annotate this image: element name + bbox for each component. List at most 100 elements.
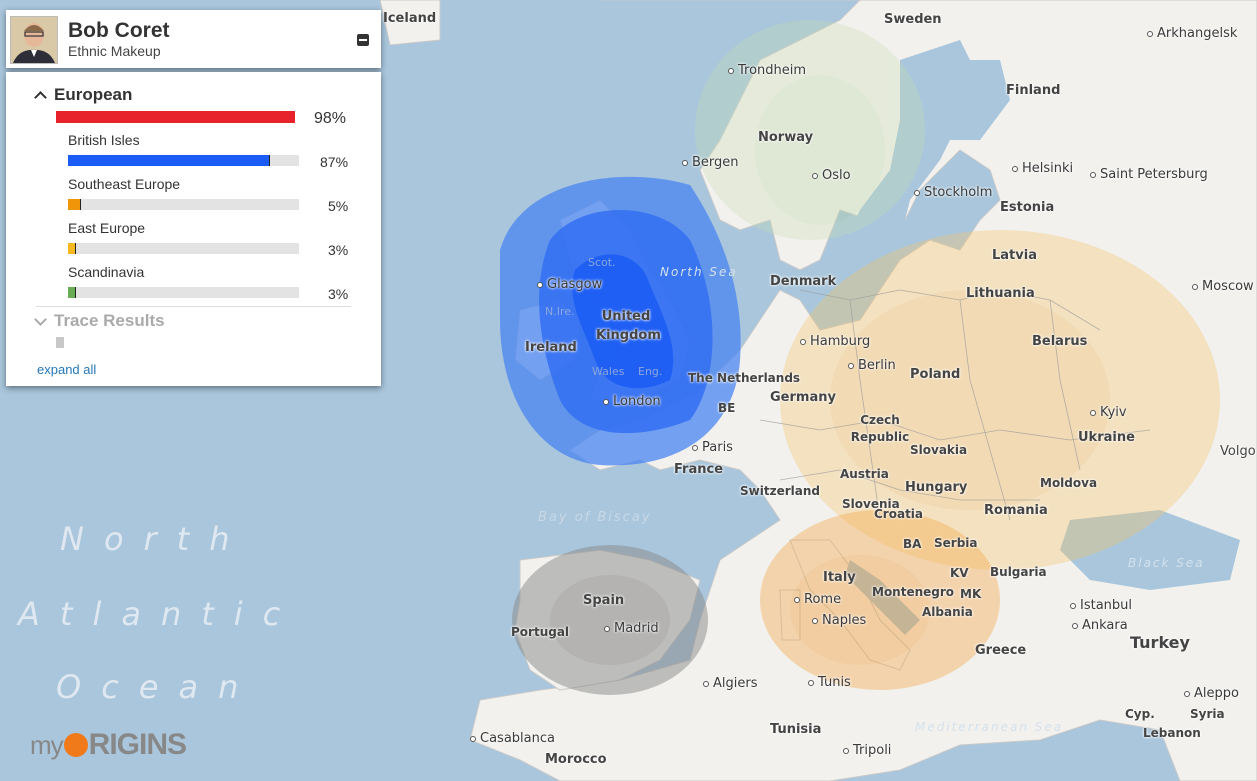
avatar-image <box>11 17 57 63</box>
collapse-icon[interactable] <box>357 34 369 46</box>
map-label-spain: Spain <box>583 593 625 608</box>
map-label-wales: Wales <box>592 365 625 378</box>
map-label-portugal: Portugal <box>511 625 570 639</box>
region-bar-track <box>68 155 299 166</box>
trace-label: Trace Results <box>54 311 165 330</box>
map-label-ocean-north: North <box>60 520 250 558</box>
group-european[interactable]: European <box>34 85 133 105</box>
region-bar-track <box>68 243 299 254</box>
map-label-lithuania: Lithuania <box>966 286 1035 301</box>
map-label-france: France <box>674 462 724 477</box>
map-label-bay-of-biscay: Bay of Biscay <box>538 510 652 525</box>
map-label-moldova: Moldova <box>1040 476 1098 490</box>
profile-header: Bob Coret Ethnic Makeup <box>6 10 381 68</box>
map-label-mediterranean-sea: Mediterranean Sea <box>915 720 1064 734</box>
map-label-the-netherlands: The Netherlands <box>688 371 801 385</box>
map-label-belarus: Belarus <box>1032 334 1088 349</box>
map-label-madrid: Madrid <box>604 621 659 636</box>
trace-bar <box>56 337 64 348</box>
map-label-istanbul: Istanbul <box>1070 598 1132 613</box>
map-label-poland: Poland <box>910 367 961 382</box>
map-label-ocean-ocean: Ocean <box>56 668 259 706</box>
profile-name: Bob Coret <box>68 19 170 42</box>
map-label-ireland: Ireland <box>525 340 577 355</box>
map-label-iceland: Iceland <box>383 11 437 26</box>
map-label-hungary: Hungary <box>905 480 968 495</box>
map-label-paris: Paris <box>692 440 733 455</box>
map-label-austria: Austria <box>840 467 889 481</box>
map-label-london: London <box>603 394 661 409</box>
map-label-mk: MK <box>960 587 982 601</box>
region-percent: 5% <box>328 198 349 214</box>
map-label-morocco: Morocco <box>545 752 607 767</box>
logo-my: my <box>30 730 64 760</box>
map-label-ankara: Ankara <box>1072 618 1128 633</box>
region-label[interactable]: Southeast Europe <box>68 176 180 192</box>
map-label-croatia: Croatia <box>874 507 924 521</box>
region-label[interactable]: British Isles <box>68 132 140 148</box>
region-label[interactable]: Scandinavia <box>68 264 144 280</box>
map-label-latvia: Latvia <box>992 248 1037 263</box>
region-percent: 3% <box>328 242 349 258</box>
map-label-helsinki: Helsinki <box>1012 161 1073 176</box>
map-label-italy: Italy <box>823 570 856 585</box>
map-label-lebanon: Lebanon <box>1143 726 1201 740</box>
group-label: European <box>54 85 133 104</box>
map-label-tunisia: Tunisia <box>770 722 822 737</box>
chevron-down-icon <box>34 313 47 326</box>
map-label-ba: BA <box>903 537 922 551</box>
map-label-ocean-atlantic: Atlantic <box>18 595 301 633</box>
region-percent: 87% <box>320 154 349 170</box>
map-label-tunis: Tunis <box>808 675 851 690</box>
myorigins-logo: my RIGINS <box>30 728 187 762</box>
logo-ball-icon <box>63 733 88 757</box>
map-label-black-sea: Black Sea <box>1128 556 1205 570</box>
region-bar-fill <box>68 199 81 210</box>
map-label-united-kingdom: United Kingdom <box>596 309 661 343</box>
map-label-trondheim: Trondheim <box>728 63 806 78</box>
map-label-oslo: Oslo <box>812 168 851 183</box>
map-label-norway: Norway <box>758 130 814 145</box>
map-label-arkhangelsk: Arkhangelsk <box>1147 26 1237 41</box>
map-label-volgo: Volgo <box>1220 444 1256 459</box>
region-bar-fill <box>68 243 76 254</box>
map-label-kv: KV <box>950 566 969 580</box>
map-label-berlin: Berlin <box>848 358 896 373</box>
map-label-bergen: Bergen <box>682 155 739 170</box>
region-label[interactable]: East Europe <box>68 220 145 236</box>
region-bar-track <box>68 287 299 298</box>
map-label-montenegro: Montenegro <box>872 585 955 599</box>
region-percent: 3% <box>328 286 349 302</box>
map-label-stockholm: Stockholm <box>914 185 992 200</box>
map-label-switzerland: Switzerland <box>740 484 820 498</box>
results-panel: European 98% British Isles 87% Southeast… <box>6 72 381 386</box>
map-label-albania: Albania <box>922 605 973 619</box>
expand-all-link[interactable]: expand all <box>37 362 96 377</box>
map-label-casablanca: Casablanca <box>470 731 555 746</box>
map-label-denmark: Denmark <box>770 274 837 289</box>
map-label-scot: Scot. <box>588 256 616 269</box>
map-label-slovakia: Slovakia <box>910 443 968 457</box>
map-label-north-sea: North Sea <box>660 265 738 279</box>
map-label-saint-petersburg: Saint Petersburg <box>1090 167 1208 182</box>
map-label-cyp: Cyp. <box>1125 707 1155 721</box>
avatar[interactable] <box>10 16 58 64</box>
map-label-germany: Germany <box>770 390 836 405</box>
group-bar <box>56 111 295 123</box>
map-label-moscow: Moscow <box>1192 279 1254 294</box>
map-label-finland: Finland <box>1006 83 1061 98</box>
map-label-eng: Eng. <box>638 365 663 378</box>
map-label-romania: Romania <box>984 503 1048 518</box>
logo-origins: RIGINS <box>88 728 187 761</box>
region-bar-fill <box>68 287 76 298</box>
map-label-hamburg: Hamburg <box>800 334 870 349</box>
chevron-up-icon <box>34 91 47 104</box>
group-trace-results[interactable]: Trace Results <box>34 311 165 331</box>
map-label-naples: Naples <box>812 613 866 628</box>
map-label-greece: Greece <box>975 643 1027 658</box>
map-label-estonia: Estonia <box>1000 200 1055 215</box>
map-label-n-ire: N.Ire. <box>545 305 575 318</box>
profile-subtitle: Ethnic Makeup <box>68 43 161 59</box>
map-label-rome: Rome <box>794 592 841 607</box>
map-label-glasgow: Glasgow <box>537 277 602 292</box>
